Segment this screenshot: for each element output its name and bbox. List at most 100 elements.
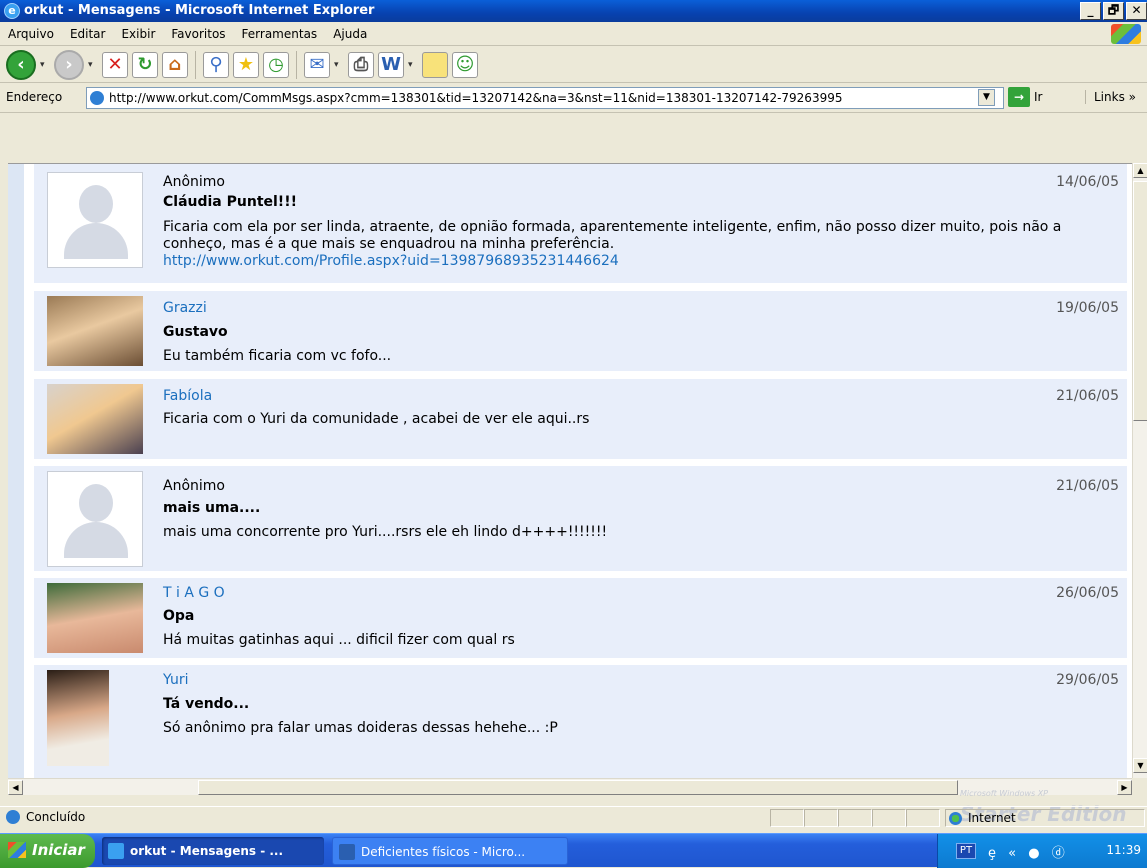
discuss-icon[interactable] bbox=[422, 51, 448, 78]
scroll-down-icon[interactable]: ▼ bbox=[1133, 758, 1147, 773]
scroll-thumb-horizontal[interactable] bbox=[198, 780, 958, 795]
menu-exibir[interactable]: Exibir bbox=[113, 27, 163, 41]
toolbar-separator bbox=[195, 50, 196, 79]
ie-icon bbox=[108, 843, 124, 859]
edit-icon[interactable]: W bbox=[378, 51, 404, 78]
menu-ferramentas[interactable]: Ferramentas bbox=[234, 27, 326, 41]
avatar[interactable] bbox=[47, 384, 143, 454]
watermark-small: Microsoft Windows XP bbox=[960, 789, 1048, 798]
post-subject: mais uma.... bbox=[163, 500, 261, 516]
language-indicator[interactable]: PT bbox=[956, 843, 976, 859]
list-item: Grazzi 19/06/05 Gustavo Eu também ficari… bbox=[34, 291, 1127, 371]
menu-favoritos[interactable]: Favoritos bbox=[163, 27, 233, 41]
list-item: Anônimo 21/06/05 mais uma.... mais uma c… bbox=[34, 466, 1127, 571]
mail-icon[interactable]: ✉ bbox=[304, 51, 330, 78]
links-label: Links bbox=[1094, 90, 1125, 104]
close-button[interactable]: ✕ bbox=[1126, 2, 1147, 20]
post-author: Anônimo bbox=[163, 478, 225, 494]
forward-dropdown-icon[interactable]: ▾ bbox=[88, 60, 98, 70]
profile-link[interactable]: http://www.orkut.com/Profile.aspx?uid=13… bbox=[163, 253, 619, 270]
toolbar-separator bbox=[296, 50, 297, 79]
post-date: 26/06/05 bbox=[1056, 585, 1119, 601]
back-icon[interactable]: ‹ bbox=[6, 49, 36, 80]
status-text: Concluído bbox=[26, 810, 86, 824]
vertical-scrollbar[interactable]: ▲ ▼ bbox=[1132, 163, 1147, 778]
post-body: Só anônimo pra falar umas doideras dessa… bbox=[163, 720, 558, 736]
post-date: 14/06/05 bbox=[1056, 174, 1119, 190]
go-arrow-icon: → bbox=[1008, 87, 1030, 107]
window-title: orkut - Mensagens - Microsoft Internet E… bbox=[24, 3, 375, 18]
page-content: Anônimo 14/06/05 Cláudia Puntel!!! Ficar… bbox=[8, 163, 1132, 778]
avatar[interactable] bbox=[47, 296, 143, 366]
task-label: Deficientes físicos - Micro... bbox=[361, 845, 526, 859]
menu-ajuda[interactable]: Ajuda bbox=[325, 27, 375, 41]
post-author[interactable]: T i A G O bbox=[163, 585, 225, 601]
clock[interactable]: 11:39 bbox=[1106, 843, 1141, 857]
post-author[interactable]: Grazzi bbox=[163, 300, 207, 316]
stop-icon[interactable]: ✕ bbox=[102, 51, 128, 78]
go-label: Ir bbox=[1034, 90, 1043, 104]
toolbar: ‹ ▾ › ▾ ✕ ↻ ⌂ ⚲ ★ ◷ ✉ ▾ ⎙ W ▾ ☺ bbox=[0, 47, 1147, 83]
favorites-icon[interactable]: ★ bbox=[233, 51, 259, 78]
window-titlebar[interactable]: e orkut - Mensagens - Microsoft Internet… bbox=[0, 0, 1147, 22]
minimize-button[interactable]: _ bbox=[1080, 2, 1101, 20]
start-button[interactable]: Iniciar bbox=[0, 834, 95, 868]
page-status-icon bbox=[6, 810, 20, 824]
links-button[interactable]: Links » bbox=[1085, 90, 1136, 104]
address-label: Endereço bbox=[6, 90, 63, 104]
address-dropdown-icon[interactable]: ▼ bbox=[978, 89, 995, 106]
address-url: http://www.orkut.com/CommMsgs.aspx?cmm=1… bbox=[109, 91, 843, 105]
post-body: Ficaria com o Yuri da comunidade , acabe… bbox=[163, 411, 590, 427]
scroll-thumb[interactable] bbox=[1133, 181, 1147, 421]
messenger-icon[interactable]: ☺ bbox=[452, 51, 478, 78]
zone-label: Internet bbox=[968, 811, 1016, 825]
mail-dropdown-icon[interactable]: ▾ bbox=[334, 60, 344, 70]
back-dropdown-icon[interactable]: ▾ bbox=[40, 60, 50, 70]
start-label: Iniciar bbox=[32, 841, 85, 859]
tray-icons[interactable]: ȩ « ● ⓓ bbox=[988, 842, 1069, 861]
menu-editar[interactable]: Editar bbox=[62, 27, 114, 41]
post-subject: Tá vendo... bbox=[163, 696, 250, 712]
task-label: orkut - Mensagens - ... bbox=[130, 844, 284, 858]
windows-logo-icon bbox=[1111, 24, 1141, 44]
menu-arquivo[interactable]: Arquivo bbox=[0, 27, 62, 41]
globe-icon bbox=[949, 812, 962, 825]
post-author[interactable]: Yuri bbox=[163, 672, 188, 688]
post-body: mais uma concorrente pro Yuri....rsrs el… bbox=[163, 524, 608, 540]
list-item: Fabíola 21/06/05 Ficaria com o Yuri da c… bbox=[34, 379, 1127, 459]
scroll-up-icon[interactable]: ▲ bbox=[1133, 163, 1147, 178]
security-zone[interactable]: Internet bbox=[945, 809, 1145, 827]
list-item: Anônimo 14/06/05 Cláudia Puntel!!! Ficar… bbox=[34, 164, 1127, 283]
post-author: Anônimo bbox=[163, 174, 225, 190]
post-body: Ficaria com ela por ser linda, atraente,… bbox=[163, 219, 1062, 252]
post-subject: Gustavo bbox=[163, 324, 228, 340]
avatar[interactable] bbox=[47, 172, 143, 268]
home-icon[interactable]: ⌂ bbox=[162, 51, 188, 78]
word-icon bbox=[339, 844, 355, 860]
forward-icon[interactable]: › bbox=[54, 49, 84, 80]
system-tray: PT ȩ « ● ⓓ 11:39 bbox=[937, 834, 1147, 868]
avatar[interactable] bbox=[47, 471, 143, 567]
post-subject: Cláudia Puntel!!! bbox=[163, 194, 297, 210]
taskbar-item-orkut[interactable]: orkut - Mensagens - ... bbox=[102, 837, 324, 865]
search-icon[interactable]: ⚲ bbox=[203, 51, 229, 78]
page-icon bbox=[90, 91, 104, 105]
go-button[interactable]: → Ir bbox=[1008, 87, 1042, 107]
edit-dropdown-icon[interactable]: ▾ bbox=[408, 60, 418, 70]
avatar[interactable] bbox=[47, 583, 143, 653]
maximize-button[interactable]: 🗗 bbox=[1103, 2, 1124, 20]
post-author[interactable]: Fabíola bbox=[163, 388, 212, 404]
history-icon[interactable]: ◷ bbox=[263, 51, 289, 78]
scroll-left-icon[interactable]: ◀ bbox=[8, 780, 23, 795]
address-input[interactable]: http://www.orkut.com/CommMsgs.aspx?cmm=1… bbox=[86, 87, 1004, 109]
post-date: 21/06/05 bbox=[1056, 388, 1119, 404]
avatar[interactable] bbox=[47, 670, 109, 766]
post-date: 19/06/05 bbox=[1056, 300, 1119, 316]
page-left-border bbox=[8, 164, 24, 778]
print-icon[interactable]: ⎙ bbox=[348, 51, 374, 78]
refresh-icon[interactable]: ↻ bbox=[132, 51, 158, 78]
taskbar: Iniciar orkut - Mensagens - ... Deficien… bbox=[0, 833, 1147, 868]
taskbar-item-word[interactable]: Deficientes físicos - Micro... bbox=[332, 837, 568, 865]
windows-flag-icon bbox=[8, 842, 26, 858]
post-body: Há muitas gatinhas aqui ... dificil fize… bbox=[163, 632, 515, 648]
